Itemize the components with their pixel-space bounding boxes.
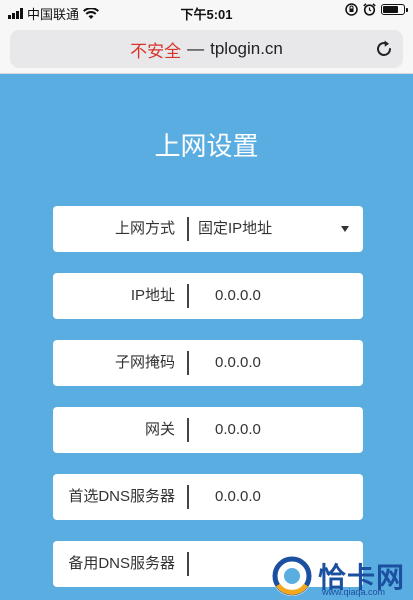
url-domain: tplogin.cn [210,39,283,58]
ip-address-field[interactable]: IP地址 0.0.0.0 [53,273,363,319]
status-bar: 中国联通 下午5:01 [0,0,413,24]
field-divider [187,217,189,241]
field-divider [187,552,189,576]
watermark-logo-icon [272,556,312,596]
field-divider [187,351,189,375]
gateway-label: 网关 [144,421,175,438]
gateway-field[interactable]: 网关 0.0.0.0 [53,407,363,453]
field-divider [187,284,189,308]
reload-icon[interactable] [373,38,395,60]
watermark-url: www.qiaqa.com [322,587,386,597]
primary-dns-label: 首选DNS服务器 [68,488,175,505]
battery-fill [383,6,398,13]
subnet-mask-field[interactable]: 子网掩码 0.0.0.0 [53,340,363,386]
page-title: 上网设置 [154,131,259,161]
connection-type-select[interactable]: 上网方式 固定IP地址 [53,206,363,252]
connection-type-value: 固定IP地址 [198,220,273,237]
url-separator: — [187,39,205,58]
field-divider [187,485,189,509]
browser-toolbar: 不安全 — tplogin.cn [0,24,413,74]
battery-icon [381,4,408,15]
field-divider [187,418,189,442]
ip-address-label: IP地址 [130,287,175,304]
subnet-mask-label: 子网掩码 [114,354,175,371]
primary-dns-field[interactable]: 首选DNS服务器 0.0.0.0 [53,474,363,520]
security-label: 不安全 [130,41,182,61]
subnet-mask-value[interactable]: 0.0.0.0 [215,340,261,386]
primary-dns-value[interactable]: 0.0.0.0 [215,474,261,520]
watermark-logo: 恰卡网 www.qiaqa.com [268,553,413,600]
lock-rotation-icon [345,3,358,16]
address-bar[interactable]: 不安全 — tplogin.cn [10,30,403,68]
dropdown-caret-icon [341,226,349,232]
connection-type-label: 上网方式 [114,220,175,237]
alarm-icon [363,3,376,16]
status-right [345,3,408,16]
ip-address-value[interactable]: 0.0.0.0 [215,273,261,319]
gateway-value[interactable]: 0.0.0.0 [215,407,261,453]
secondary-dns-label: 备用DNS服务器 [68,555,175,572]
